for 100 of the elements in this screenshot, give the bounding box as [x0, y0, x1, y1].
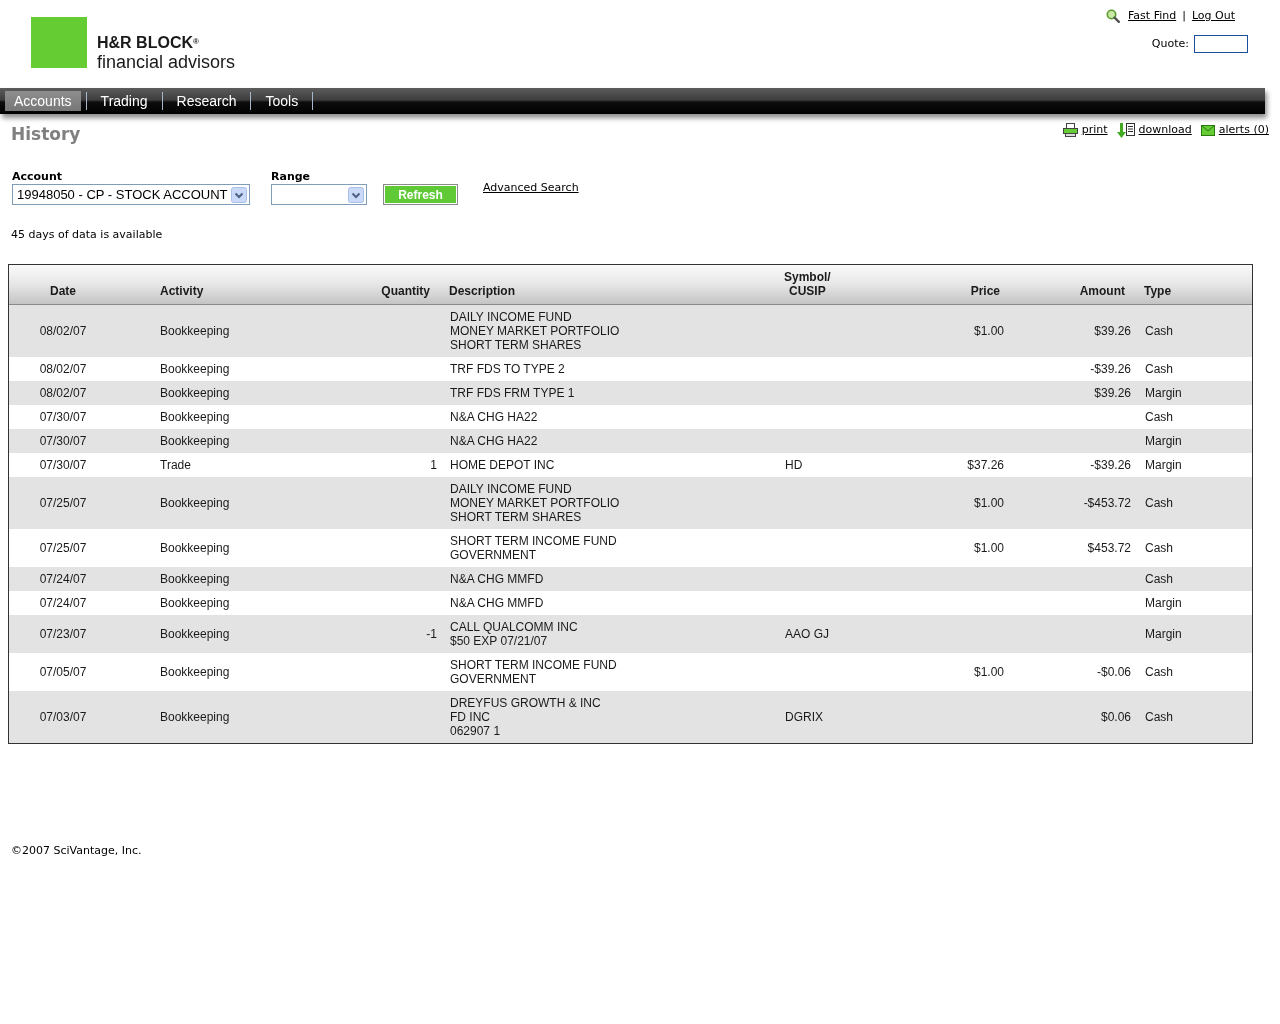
table-cell: N&A CHG HA22 [450, 433, 538, 448]
column-header: Amount [1079, 283, 1125, 298]
table-cell: $453.72 [1087, 540, 1131, 555]
download-icon[interactable] [1116, 122, 1135, 138]
table-cell: $1.00 [973, 540, 1004, 555]
table-cell: 07/30/07 [39, 457, 87, 472]
table-cell: Bookkeeping [160, 495, 230, 510]
table-cell: HOME DEPOT INC [450, 457, 555, 472]
search-icon[interactable] [1106, 9, 1121, 23]
table-cell: 07/30/07 [39, 409, 87, 424]
table-cell: AAO GJ [785, 626, 829, 641]
envelope-icon[interactable] [1200, 124, 1215, 136]
table-cell: Cash [1145, 709, 1173, 724]
logo-icon [31, 17, 87, 68]
column-header: Date [50, 283, 76, 298]
table-cell: Bookkeeping [160, 323, 230, 338]
nav-tab[interactable]: Tools [256, 91, 308, 111]
table-cell: Bookkeeping [160, 595, 230, 610]
table-cell: Bookkeeping [160, 709, 230, 724]
table-cell: 08/02/07 [39, 323, 87, 338]
table-cell: Margin [1145, 433, 1182, 448]
table-cell: $1.00 [973, 664, 1004, 679]
table-cell: -$453.72 [1083, 495, 1131, 510]
quote-input[interactable] [1194, 35, 1248, 53]
field-label: Range [271, 170, 311, 183]
column-header: Symbol/ CUSIP [784, 269, 831, 298]
table-cell: $1.00 [973, 495, 1004, 510]
table-cell: -1 [426, 626, 437, 641]
nav-tab[interactable]: Trading [91, 91, 157, 111]
table-cell: N&A CHG MMFD [450, 595, 544, 610]
table-cell: HD [785, 457, 803, 472]
logo-tagline: financial advisors [97, 52, 236, 72]
table-cell: Bookkeeping [160, 540, 230, 555]
table-cell: N&A CHG MMFD [450, 571, 544, 586]
table-cell: DAILY INCOME FUND MONEY MARKET PORTFOLIO SHORT TERM SHARES [450, 309, 620, 352]
download-link[interactable]: download [1138, 122, 1192, 139]
table-cell: Bookkeeping [160, 433, 230, 448]
column-header: Price [970, 283, 1000, 298]
table-cell: Bookkeeping [160, 361, 230, 376]
column-header: Type [1144, 283, 1172, 298]
table-cell: Bookkeeping [160, 571, 230, 586]
table-cell: CALL QUALCOMM INC $50 EXP 07/21/07 [450, 619, 578, 648]
table-cell: TRF FDS TO TYPE 2 [450, 361, 565, 376]
table-cell: $1.00 [973, 323, 1004, 338]
table-cell: Margin [1145, 626, 1182, 641]
table-cell: Cash [1145, 540, 1173, 555]
page-title: History [11, 124, 81, 144]
logo-wordmark: H&R BLOCK$^{®}$ [97, 34, 199, 52]
account-select[interactable]: 19948050 - CP - STOCK ACCOUNT [12, 184, 250, 205]
table-cell: 07/05/07 [39, 664, 87, 679]
table-cell: -$39.26 [1090, 457, 1131, 472]
table-cell: Bookkeeping [160, 626, 230, 641]
table-cell: 07/25/07 [39, 540, 87, 555]
column-header: Activity [160, 283, 204, 298]
chevron-down-icon[interactable] [231, 186, 247, 203]
link-separator: | [1182, 7, 1186, 24]
table-cell: Cash [1145, 361, 1173, 376]
copyright-text: ©2007 SciVantage, Inc. [11, 843, 142, 857]
table-cell: SHORT TERM INCOME FUND GOVERNMENT [450, 657, 617, 686]
print-link[interactable]: print [1081, 122, 1108, 139]
table-cell: $39.26 [1094, 385, 1131, 400]
table-cell: Trade [160, 457, 191, 472]
table-cell: Margin [1145, 385, 1182, 400]
nav-tab[interactable]: Research [167, 91, 246, 111]
table-cell: $39.26 [1094, 323, 1131, 338]
table-cell: 07/24/07 [39, 571, 87, 586]
table-cell: Margin [1145, 595, 1182, 610]
quote-label: Quote: [1151, 35, 1189, 52]
column-header: Description [449, 283, 515, 298]
nav-tab[interactable]: Accounts [5, 91, 81, 111]
table-cell: DREYFUS GROWTH & INC FD INC 062907 1 [450, 695, 601, 738]
table-cell: SHORT TERM INCOME FUND GOVERNMENT [450, 533, 617, 562]
data-availability-note: 45 days of data is available [11, 228, 163, 241]
table-cell: TRF FDS FRM TYPE 1 [450, 385, 575, 400]
table-cell: 08/02/07 [39, 361, 87, 376]
chevron-down-icon[interactable] [348, 186, 364, 203]
header-link[interactable]: Fast Find [1128, 7, 1177, 25]
table-cell: Cash [1145, 571, 1173, 586]
table-cell: DGRIX [785, 709, 823, 724]
table-cell: Bookkeeping [160, 385, 230, 400]
header-link[interactable]: Log Out [1191, 7, 1235, 25]
table-cell: Bookkeeping [160, 664, 230, 679]
table-cell: 07/03/07 [39, 709, 87, 724]
table-cell: $0.06 [1100, 709, 1131, 724]
table-cell: 1 [430, 457, 437, 472]
table-cell: 07/25/07 [39, 495, 87, 510]
column-header: Quantity [381, 283, 430, 298]
table-cell: Cash [1145, 664, 1173, 679]
alerts-link[interactable]: alerts (0) [1218, 122, 1269, 139]
table-cell: 08/02/07 [39, 385, 87, 400]
table-cell: Bookkeeping [160, 409, 230, 424]
table-cell: N&A CHG HA22 [450, 409, 538, 424]
table-cell: 07/23/07 [39, 626, 87, 641]
range-select[interactable] [271, 184, 367, 205]
table-cell: DAILY INCOME FUND MONEY MARKET PORTFOLIO SHORT TERM SHARES [450, 481, 620, 524]
advanced-search-link[interactable]: Advanced Search [483, 179, 579, 196]
printer-icon[interactable] [1062, 123, 1078, 138]
table-cell: $37.26 [967, 457, 1004, 472]
table-cell: 07/24/07 [39, 595, 87, 610]
table-cell: -$0.06 [1096, 664, 1131, 679]
